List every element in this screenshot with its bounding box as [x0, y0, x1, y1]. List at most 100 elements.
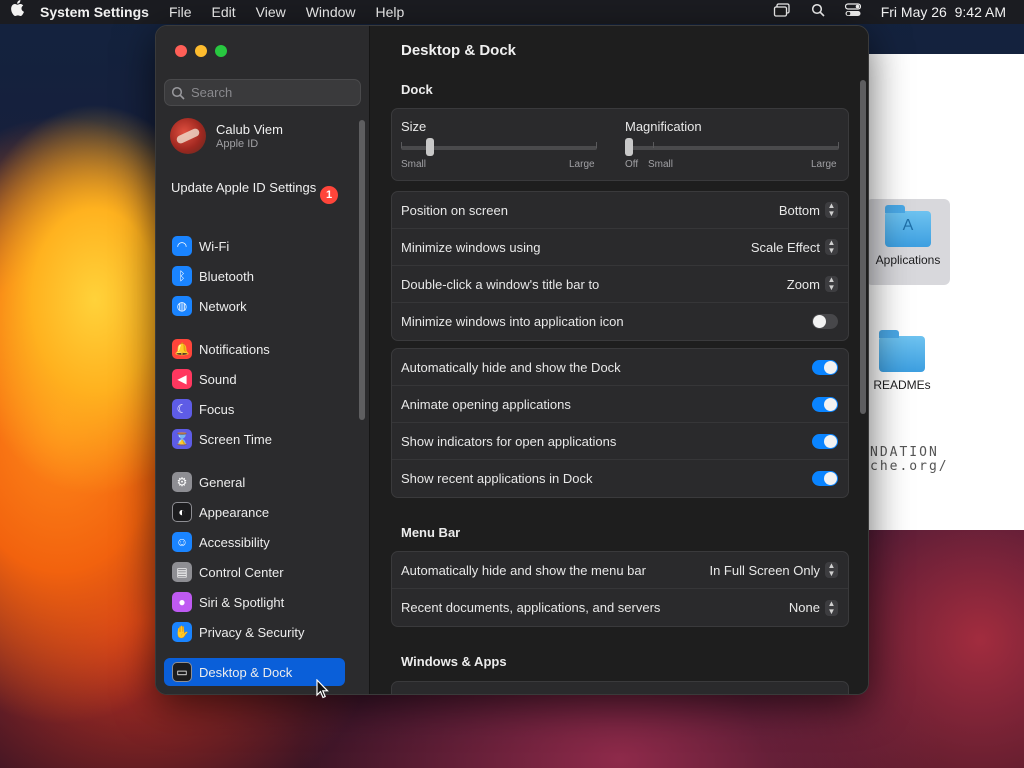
- setting-row: Position on screen Bottom ▲ ▼: [392, 192, 848, 229]
- search-field[interactable]: [164, 79, 361, 106]
- position-popup[interactable]: Bottom ▲ ▼: [779, 202, 838, 218]
- sidebar-item-label: Focus: [199, 401, 235, 417]
- sidebar-item-label: Control Center: [199, 564, 284, 580]
- setting-label: Minimize windows into application icon: [401, 314, 624, 329]
- menu-clock[interactable]: Fri May 26 9:42 AM: [871, 0, 1024, 24]
- avatar: [170, 118, 206, 154]
- mouse-pointer-icon: [316, 679, 329, 699]
- finder-item-label: Applications: [875, 253, 941, 267]
- search-input[interactable]: [191, 85, 351, 100]
- popup-chevrons-icon: ▲ ▼: [825, 562, 838, 578]
- screen-mirroring-icon[interactable]: [763, 0, 801, 24]
- magnification-off-label: Off: [625, 159, 639, 170]
- magnification-slider-thumb[interactable]: [625, 138, 633, 156]
- magnification-slider-block: Magnification Off Small Large: [625, 109, 850, 182]
- minimize-into-icon-toggle[interactable]: [812, 314, 838, 329]
- minimize-effect-popup[interactable]: Scale Effect ▲ ▼: [751, 239, 838, 255]
- menu-view[interactable]: View: [246, 0, 296, 24]
- setting-label: Show recent applications in Dock: [401, 471, 593, 486]
- finder-text-fragment: NDATION che.org/: [870, 446, 949, 474]
- hand-icon: ✋: [172, 622, 192, 642]
- autohide-dock-toggle[interactable]: [812, 359, 838, 375]
- recent-items-popup[interactable]: None ▲ ▼: [789, 599, 838, 616]
- popup-chevrons-icon: ▲ ▼: [825, 202, 838, 218]
- sidebar-item-bluetooth[interactable]: ᛒ Bluetooth: [164, 262, 345, 290]
- size-slider-thumb[interactable]: [426, 138, 435, 156]
- apple-id-profile[interactable]: Calub Viem Apple ID: [170, 118, 283, 154]
- sidebar-item-accessibility[interactable]: ☺ Accessibility: [164, 528, 345, 556]
- show-indicators-toggle[interactable]: [812, 433, 838, 449]
- sidebar-item-label: Wi-Fi: [199, 238, 230, 254]
- finder-window: A Applications READMEs NDATION che.org/: [860, 54, 1024, 530]
- setting-row: Recent documents, applications, and serv…: [392, 589, 848, 626]
- tick: [401, 142, 402, 148]
- setting-row: Minimize windows into application icon: [392, 303, 848, 340]
- gear-icon: ⚙: [172, 472, 192, 492]
- sidebar-item-general[interactable]: ⚙ General: [164, 468, 345, 496]
- popup-value: Zoom: [786, 276, 820, 292]
- finder-item-applications[interactable]: A Applications: [866, 199, 950, 285]
- menu-help[interactable]: Help: [366, 0, 415, 24]
- sidebar-item-sound[interactable]: ◀ Sound: [164, 365, 345, 393]
- sidebar-item-label: Notifications: [199, 341, 270, 357]
- sidebar-item-wi-fi[interactable]: ◠ Wi-Fi: [164, 232, 345, 260]
- sidebar-item-label: Desktop & Dock: [199, 664, 293, 680]
- double-click-action-popup[interactable]: Zoom ▲ ▼: [787, 276, 838, 292]
- sidebar-item-label: Sound: [199, 371, 237, 387]
- dock-size-group: Size Small Large Magnification Off Small…: [391, 108, 849, 181]
- dock-options-group: Position on screen Bottom ▲ ▼ Minimize win…: [391, 191, 849, 341]
- close-window-button[interactable]: [175, 45, 187, 57]
- content-scrollbar[interactable]: [860, 80, 866, 414]
- finder-item-readmes[interactable]: READMEs: [860, 324, 944, 392]
- popup-value: In Full Screen Only: [709, 562, 820, 578]
- sidebar-item-label: Accessibility: [199, 534, 270, 550]
- sidebar-item-siri-spotlight[interactable]: ● Siri & Spotlight: [164, 588, 345, 616]
- section-header-dock: Dock: [401, 82, 433, 97]
- sidebar-item-focus[interactable]: ☾ Focus: [164, 395, 345, 423]
- sidebar-item-appearance[interactable]: ◐ Appearance: [164, 498, 345, 526]
- magnification-min-label: Small: [648, 159, 674, 170]
- windows-apps-group: [391, 681, 849, 694]
- tick: [838, 142, 839, 148]
- accessibility-icon: ☺: [172, 532, 192, 552]
- setting-row: Double-click a window's title bar to Zoo…: [392, 266, 848, 303]
- content-pane: Desktop & Dock Dock Size Small Large Mag…: [370, 26, 868, 694]
- size-label: Size: [401, 119, 427, 134]
- apple-menu-icon[interactable]: [0, 0, 30, 24]
- minimize-window-button[interactable]: [195, 45, 207, 57]
- setting-row: Show recent applications in Dock: [392, 460, 848, 497]
- appearance-icon: ◐: [172, 502, 192, 522]
- speaker-icon: ◀: [172, 369, 192, 389]
- setting-label: Double-click a window's title bar to: [401, 276, 600, 292]
- zoom-window-button[interactable]: [215, 45, 227, 57]
- magnification-slider-track[interactable]: [625, 146, 839, 150]
- animate-opening-toggle[interactable]: [812, 396, 838, 412]
- dock-behavior-group: Automatically hide and show the Dock Ani…: [391, 348, 849, 498]
- tick: [653, 142, 654, 148]
- show-recent-apps-toggle[interactable]: [812, 471, 838, 486]
- settings-window: Calub Viem Apple ID Update Apple ID Sett…: [155, 25, 869, 695]
- setting-row: Show indicators for open applications: [392, 423, 848, 460]
- menu-app-name[interactable]: System Settings: [30, 0, 159, 24]
- spotlight-search-icon[interactable]: [801, 0, 835, 24]
- sidebar-item-privacy-security[interactable]: ✋ Privacy & Security: [164, 618, 345, 646]
- menu-edit[interactable]: Edit: [202, 0, 246, 24]
- sidebar-item-network[interactable]: ◍ Network: [164, 292, 345, 320]
- menu-window[interactable]: Window: [296, 0, 366, 24]
- size-slider-block: Size Small Large: [392, 109, 621, 182]
- size-min-label: Small: [401, 159, 427, 170]
- fragment-line: NDATION: [870, 445, 939, 460]
- sidebar-item-control-center[interactable]: ▤ Control Center: [164, 558, 345, 586]
- sidebar-item-label: Screen Time: [199, 431, 272, 447]
- menu-file[interactable]: File: [159, 0, 202, 24]
- sidebar-item-screen-time[interactable]: ⌛ Screen Time: [164, 425, 345, 453]
- control-center-menu-icon[interactable]: [835, 0, 871, 24]
- sidebar-item-label: General: [199, 474, 246, 490]
- setting-label: Minimize windows using: [401, 239, 541, 255]
- menubar-autohide-popup[interactable]: In Full Screen Only ▲ ▼: [709, 562, 838, 578]
- siri-icon: ●: [172, 592, 192, 612]
- sidebar-scrollbar[interactable]: [359, 120, 365, 420]
- setting-row: Automatically hide and show the menu bar…: [392, 552, 848, 589]
- control-center-icon: ▤: [172, 562, 192, 582]
- sidebar-item-notifications[interactable]: 🔔 Notifications: [164, 335, 345, 363]
